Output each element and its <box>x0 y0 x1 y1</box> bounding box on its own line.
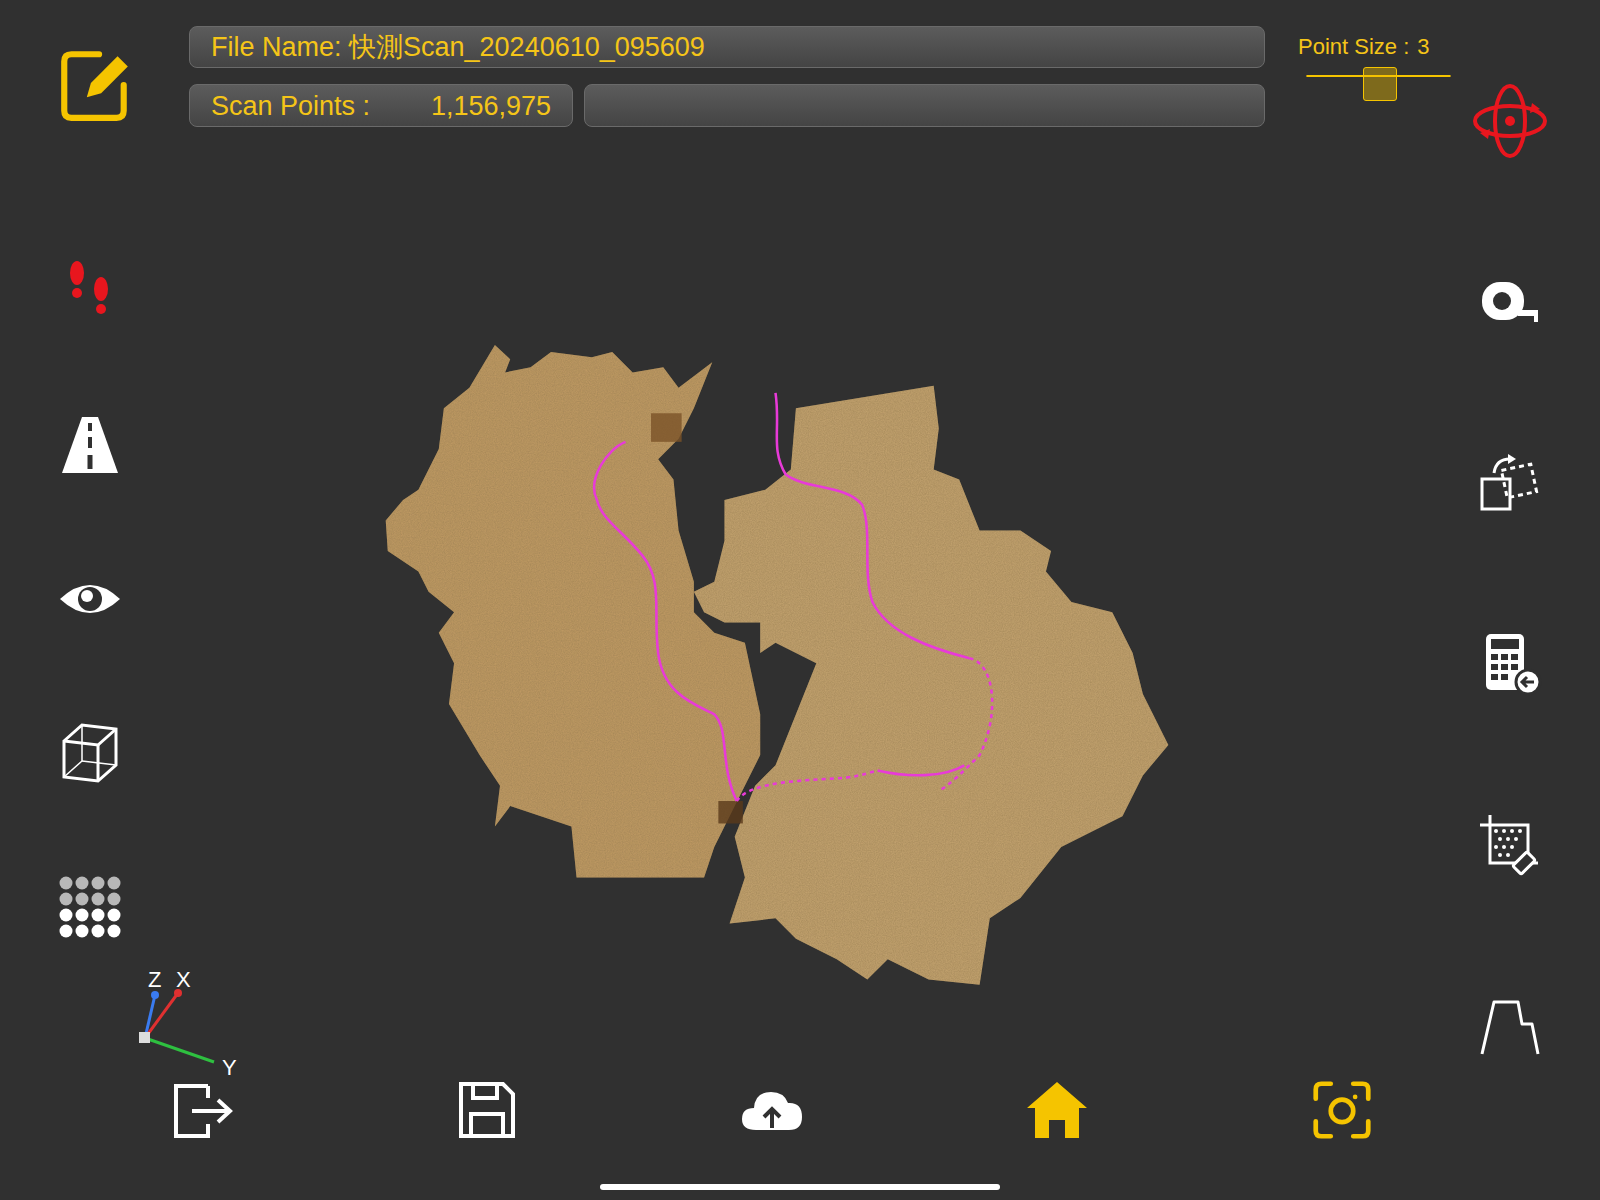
viewport[interactable] <box>189 127 1265 1060</box>
cube-icon <box>58 721 122 785</box>
point-cloud[interactable] <box>0 0 1600 1200</box>
info-bar <box>584 84 1265 127</box>
scan-points-label: Scan Points : <box>211 90 370 122</box>
exit-icon <box>170 1080 234 1140</box>
axis-gizmo: Z X Y <box>130 970 240 1060</box>
box-button[interactable] <box>58 721 122 785</box>
scan-points-value: 1,156,975 <box>431 90 551 122</box>
file-name: File Name: 快測Scan_20240610_095609 <box>211 31 705 63</box>
dot-grid-icon <box>58 875 122 939</box>
footprints-icon <box>58 259 122 323</box>
point-size-slider[interactable] <box>1306 75 1451 77</box>
transform-button[interactable] <box>1470 443 1550 523</box>
x-axis-label: X <box>176 968 191 992</box>
rotate-button[interactable] <box>1470 81 1550 161</box>
eye-icon <box>58 567 122 631</box>
edit-button[interactable] <box>54 44 136 126</box>
road-button[interactable] <box>58 413 122 477</box>
floppy-disk-icon <box>455 1080 519 1140</box>
tape-measure-icon <box>1478 270 1542 334</box>
save-button[interactable] <box>455 1080 519 1140</box>
file-name-bar: File Name: 快測Scan_20240610_095609 <box>189 26 1265 68</box>
calculator-icon <box>1478 632 1542 696</box>
measure-button[interactable] <box>1470 262 1550 342</box>
points-button[interactable] <box>58 875 122 939</box>
upload-button[interactable] <box>740 1080 804 1140</box>
exit-button[interactable] <box>170 1080 234 1140</box>
profile-icon <box>1478 994 1542 1058</box>
home-indicator <box>600 1184 1000 1190</box>
walk-button[interactable] <box>58 259 122 323</box>
cloud-upload-icon <box>740 1080 804 1140</box>
profile-button[interactable] <box>1470 986 1550 1066</box>
view-button[interactable] <box>58 567 122 631</box>
scan-button[interactable] <box>1310 1080 1374 1140</box>
left-toolbar: Z X Y <box>0 0 189 1060</box>
transform-icon <box>1478 451 1542 515</box>
slider-thumb[interactable] <box>1363 67 1397 101</box>
road-icon <box>58 413 122 477</box>
bottom-toolbar <box>0 1060 1600 1140</box>
crop-button[interactable] <box>1470 805 1550 885</box>
calculator-button[interactable] <box>1470 624 1550 704</box>
rotate-3d-icon <box>1470 81 1550 161</box>
y-axis-label: Y <box>222 1056 237 1080</box>
point-size-value: 3 <box>1417 34 1429 60</box>
edit-icon <box>54 44 136 126</box>
z-axis-label: Z <box>148 968 161 992</box>
crop-icon <box>1478 813 1542 877</box>
scan-points-bar: Scan Points : 1,156,975 <box>189 84 573 127</box>
scan-camera-icon <box>1310 1080 1374 1140</box>
home-button[interactable] <box>1025 1080 1089 1140</box>
point-size-label: Point Size : <box>1298 34 1409 60</box>
home-icon <box>1025 1080 1089 1140</box>
